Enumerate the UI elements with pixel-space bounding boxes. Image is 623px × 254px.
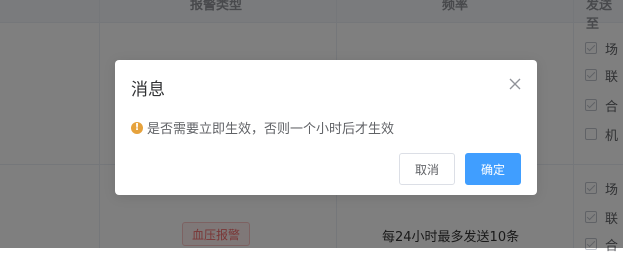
- message-text: 是否需要立即生效，否则一个小时后才生效: [147, 122, 395, 137]
- warning-icon: !: [131, 121, 143, 134]
- dialog-message: ! 是否需要立即生效，否则一个小时后才生效: [131, 118, 394, 137]
- cancel-button[interactable]: 取消: [399, 153, 455, 185]
- message-dialog: 消息 ! 是否需要立即生效，否则一个小时后才生效 取消 确定: [115, 60, 537, 195]
- dialog-title: 消息: [131, 80, 165, 100]
- confirm-button[interactable]: 确定: [465, 153, 521, 185]
- close-icon[interactable]: [507, 76, 523, 92]
